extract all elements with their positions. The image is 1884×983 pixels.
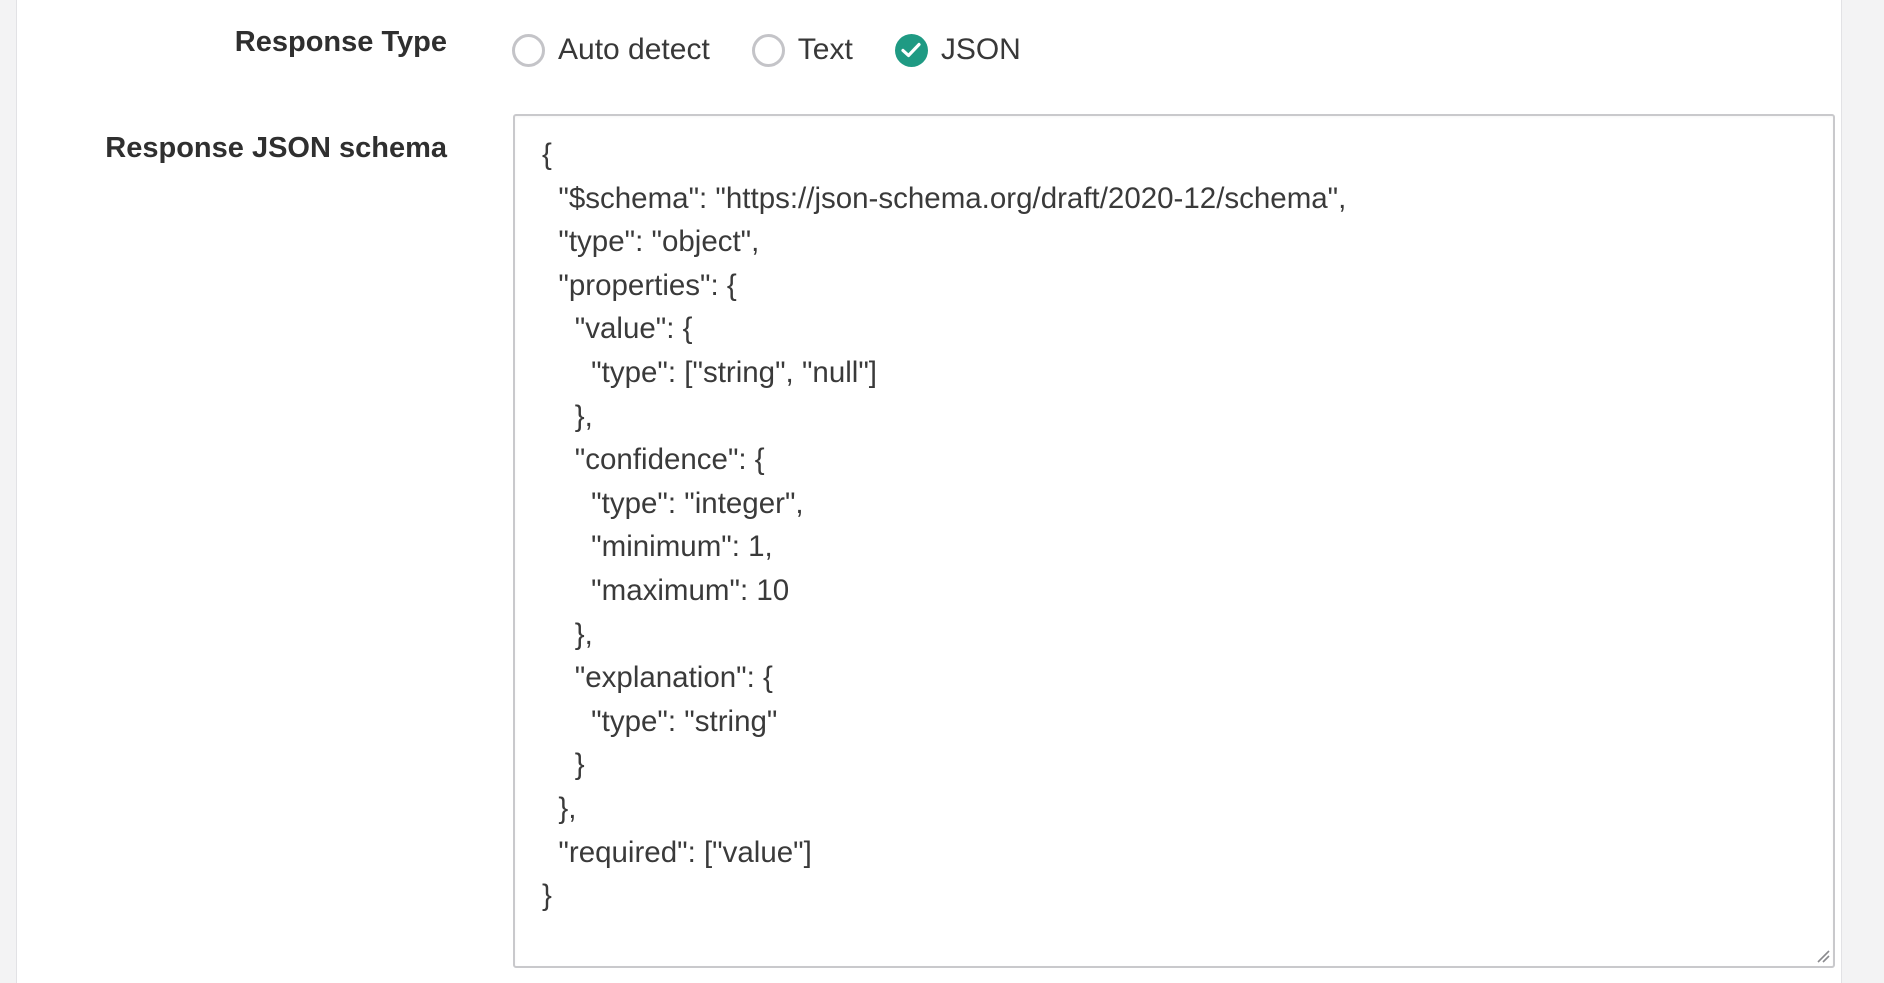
response-type-label: Response Type — [234, 26, 447, 58]
radio-option-json[interactable]: JSON — [894, 33, 1021, 67]
response-json-schema-textarea[interactable]: { "$schema": "https://json-schema.org/dr… — [513, 114, 1835, 968]
radio-auto-detect[interactable] — [512, 33, 545, 67]
right-page-gutter — [1841, 0, 1884, 983]
schema-textarea-content[interactable]: { "$schema": "https://json-schema.org/dr… — [542, 133, 1346, 918]
radio-option-auto-detect[interactable]: Auto detect — [512, 33, 710, 67]
radio-json[interactable] — [894, 33, 928, 67]
radio-option-text[interactable]: Text — [751, 33, 853, 67]
radio-text[interactable] — [751, 33, 785, 67]
checkmark-icon — [901, 42, 921, 58]
resize-grip-icon[interactable] — [1814, 947, 1830, 963]
response-json-schema-label: Response JSON schema — [105, 132, 447, 164]
radio-label-auto-detect[interactable]: Auto detect — [558, 33, 710, 67]
response-type-radio-group: Auto detect Text JSON — [512, 28, 1063, 72]
left-page-gutter — [0, 0, 17, 983]
radio-label-json[interactable]: JSON — [941, 33, 1021, 67]
radio-label-text[interactable]: Text — [798, 33, 853, 67]
